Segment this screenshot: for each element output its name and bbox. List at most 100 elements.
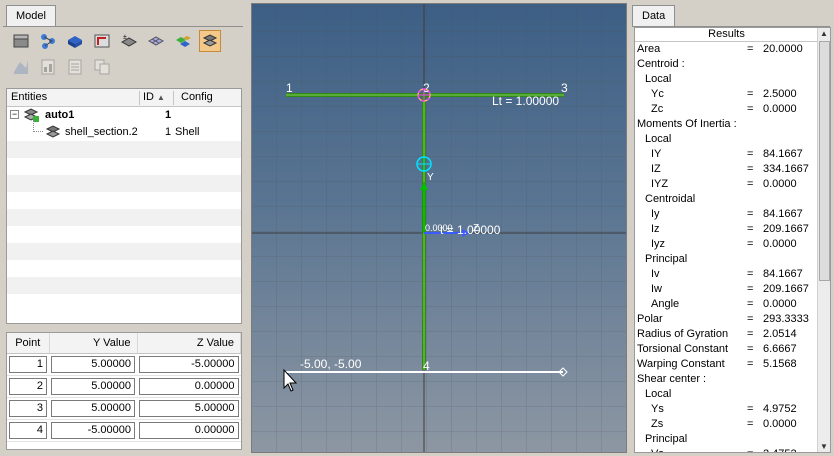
result-label: Zc: [651, 103, 664, 115]
col-entities[interactable]: Entities: [11, 91, 47, 103]
chart-icon[interactable]: [37, 56, 59, 78]
result-value: 0.0000: [763, 103, 797, 115]
col-config[interactable]: Config: [181, 91, 213, 103]
component-icon[interactable]: [10, 30, 32, 52]
axis-y-label: Y: [427, 172, 434, 183]
section-viewport[interactable]: 1 2 3 4 Lt = 1.00000 Y Z 0.0000 t = 1.00…: [251, 3, 627, 453]
tab-model[interactable]: Model: [6, 5, 56, 27]
y-value-input[interactable]: 5.00000: [51, 399, 135, 417]
result-row: Angle = 0.0000: [635, 297, 818, 312]
z-value-input[interactable]: 5.00000: [139, 399, 239, 417]
z-value-input[interactable]: 0.00000: [139, 421, 239, 439]
result-label: Centroidal: [645, 193, 696, 205]
result-equals: =: [747, 238, 754, 250]
y-value-input[interactable]: 5.00000: [51, 355, 135, 373]
tab-data[interactable]: Data: [632, 5, 676, 27]
result-equals: =: [747, 148, 754, 160]
result-row: Principal: [635, 252, 818, 267]
scroll-down-icon[interactable]: ▼: [820, 442, 828, 451]
results-list[interactable]: Results Area = 20.0000 Centroid : Local Yc = 2.…: [634, 27, 831, 453]
scroll-thumb[interactable]: [819, 41, 830, 281]
result-label: Local: [645, 133, 672, 145]
tree-row-empty: [7, 158, 241, 175]
sort-arrow-icon: ▲: [157, 93, 165, 102]
result-value: 0.0000: [763, 418, 797, 430]
result-label: Radius of Gyration: [637, 328, 729, 340]
connectors-icon[interactable]: [37, 30, 59, 52]
cursor-coordinate-label: -5.00, -5.00: [300, 357, 362, 371]
y-value-cell: -5.00000: [49, 419, 137, 442]
shell-gray-icon[interactable]: ±: [118, 30, 140, 52]
scroll-up-icon[interactable]: ▲: [820, 29, 828, 38]
point-cell: 4: [7, 419, 49, 442]
copy-icon[interactable]: [91, 56, 113, 78]
result-row: Iy = 84.1667: [635, 207, 818, 222]
result-equals: =: [747, 403, 754, 415]
result-value: 84.1667: [763, 148, 803, 160]
z-value-cell: 0.00000: [137, 375, 241, 398]
y-value-input[interactable]: 5.00000: [51, 377, 135, 395]
result-value: 2.5000: [763, 88, 797, 100]
col-id[interactable]: ID: [143, 91, 154, 103]
result-label: Principal: [645, 253, 688, 265]
results-header: Results: [635, 28, 818, 42]
tree-item-config: Shell: [175, 126, 200, 138]
y-value-cell: 5.00000: [49, 375, 137, 398]
point-cell: 1: [7, 353, 49, 376]
list-icon[interactable]: [64, 56, 86, 78]
tree-row-empty: [7, 141, 241, 158]
result-equals: =: [747, 418, 754, 430]
result-row: Torsional Constant = 6.6667: [635, 342, 818, 357]
tree-item-label: shell_section.2: [65, 126, 138, 138]
result-row: Local: [635, 132, 818, 147]
result-row: Centroid :: [635, 57, 818, 72]
result-equals: =: [747, 178, 754, 190]
table-row: 1 5.00000 -5.00000: [7, 353, 241, 376]
result-row: IY = 84.1667: [635, 147, 818, 162]
result-label: Local: [645, 73, 672, 85]
result-row: IYZ = 0.0000: [635, 177, 818, 192]
result-equals: =: [747, 163, 754, 175]
col-point[interactable]: Point: [7, 333, 50, 354]
result-equals: =: [747, 268, 754, 280]
result-value: 334.1667: [763, 163, 809, 175]
graph-icon[interactable]: [10, 56, 32, 78]
table-row: 3 5.00000 5.00000: [7, 397, 241, 420]
result-row: IZ = 334.1667: [635, 162, 818, 177]
result-equals: =: [747, 43, 754, 55]
results-scrollbar[interactable]: ▲ ▼: [817, 28, 830, 452]
tree-item-label: auto1: [45, 109, 75, 121]
col-z-value[interactable]: Z Value: [137, 333, 241, 354]
col-y-value[interactable]: Y Value: [49, 333, 138, 354]
result-row: Ys = 4.9752: [635, 402, 818, 417]
table-row: 2 5.00000 0.00000: [7, 375, 241, 398]
point-label-3: 3: [561, 81, 568, 95]
z-value-input[interactable]: -5.00000: [139, 355, 239, 373]
result-label: Angle: [651, 298, 680, 310]
result-equals: =: [747, 208, 754, 220]
collapse-icon[interactable]: −: [10, 110, 19, 119]
result-equals: =: [747, 313, 754, 325]
data-panel: Data Results Area = 20.0000 Centroid : Local…: [630, 0, 834, 456]
y-value-input[interactable]: -5.00000: [51, 421, 135, 439]
result-row: Zs = 0.0000: [635, 417, 818, 432]
section-icon[interactable]: [91, 30, 113, 52]
solid-mesh-icon[interactable]: [145, 30, 167, 52]
result-label: Ys: [651, 403, 664, 415]
result-equals: =: [747, 343, 754, 355]
z-value-input[interactable]: 0.00000: [139, 377, 239, 395]
viewport-canvas[interactable]: 1 2 3 4 Lt = 1.00000 Y Z 0.0000 t = 1.00…: [252, 4, 627, 453]
multi-component-icon[interactable]: [172, 30, 194, 52]
tree-row-empty: [7, 243, 241, 260]
result-value: 84.1667: [763, 208, 803, 220]
result-row: Iw = 209.1667: [635, 282, 818, 297]
tree-connector: [33, 120, 43, 132]
shell-section-icon[interactable]: [199, 30, 221, 52]
result-label: Iz: [651, 223, 660, 235]
solid-blue-icon[interactable]: [64, 30, 86, 52]
svg-text:±: ±: [123, 34, 127, 41]
result-value: 0.0000: [763, 298, 797, 310]
tree-row-shell-section[interactable]: shell_section.2 1 Shell: [7, 120, 241, 141]
result-equals: =: [747, 283, 754, 295]
tree-header: Entities ID ▲ Config: [7, 89, 241, 107]
